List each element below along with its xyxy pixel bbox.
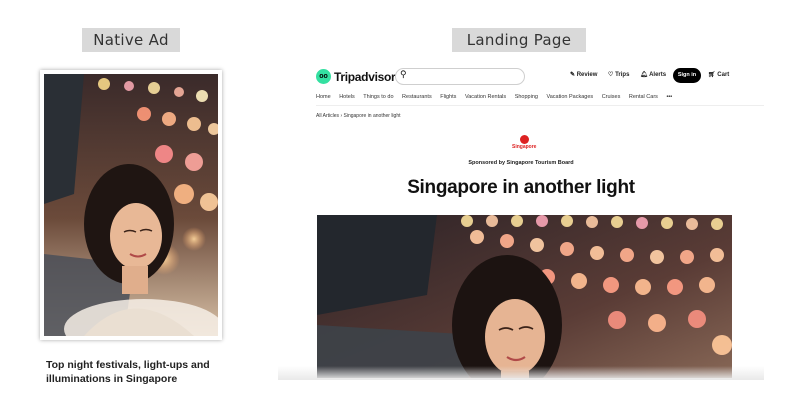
sponsor-line: Sponsored by Singapore Tourism Board (468, 160, 574, 166)
tripadvisor-logo[interactable]: oo Tripadvisor (316, 69, 396, 84)
landing-page: oo Tripadvisor ⚲ ✎ Review ♡ Trips 🔔︎ Ale… (278, 60, 764, 378)
trips-link[interactable]: ♡ Trips (608, 71, 629, 78)
native-ad-caption[interactable]: Top night festivals, light-ups and illum… (46, 358, 226, 386)
nav-item-cruises[interactable]: Cruises (602, 94, 621, 100)
pencil-icon: ✎ (570, 72, 576, 78)
nav-item-restaurants[interactable]: Restaurants (402, 94, 432, 100)
nav-item-shopping[interactable]: Shopping (515, 94, 538, 100)
nav-item-flights[interactable]: Flights (440, 94, 456, 100)
alerts-label: Alerts (649, 72, 667, 78)
nav-item-rental-cars[interactable]: Rental Cars (629, 94, 658, 100)
nav-divider (316, 105, 764, 106)
owl-logo-icon: oo (316, 69, 331, 84)
hero-image (317, 215, 732, 378)
native-ad-card[interactable] (40, 70, 222, 340)
bell-icon: 🔔︎ (640, 72, 648, 78)
heart-icon: ♡ (608, 72, 614, 78)
sign-in-button[interactable]: Sign in (673, 68, 701, 83)
landing-page-label: Landing Page (452, 28, 586, 52)
singapore-logo-icon (519, 135, 529, 144)
nav-item-vacation-packages[interactable]: Vacation Packages (546, 94, 593, 100)
search-input[interactable]: ⚲ (395, 68, 525, 85)
nav-item-vacation-rentals[interactable]: Vacation Rentals (465, 94, 506, 100)
cart-link[interactable]: 🛒︎ Cart (708, 71, 729, 78)
nav-item-home[interactable]: Home (316, 94, 331, 100)
page-fade (278, 366, 764, 380)
singapore-sponsor-logo: Singapore (512, 135, 536, 150)
breadcrumb[interactable]: All Articles › Singapore in another ligh… (316, 113, 401, 119)
trips-label: Trips (615, 72, 630, 78)
nav-item-things-to-do[interactable]: Things to do (363, 94, 393, 100)
native-ad-label: Native Ad (82, 28, 180, 52)
review-link[interactable]: ✎ Review (570, 71, 597, 78)
page-title: Singapore in another light (407, 177, 635, 198)
nav-item-hotels[interactable]: Hotels (339, 94, 355, 100)
cart-icon: 🛒︎ (708, 72, 716, 78)
brand-name: Tripadvisor (334, 69, 396, 84)
cart-label: Cart (717, 72, 730, 78)
review-label: Review (576, 72, 598, 78)
singapore-logo-text: Singapore (512, 144, 537, 150)
search-icon: ⚲ (400, 69, 407, 79)
alerts-link[interactable]: 🔔︎ Alerts (640, 71, 666, 78)
more-menu-button[interactable]: ••• (666, 94, 672, 100)
main-nav: Home Hotels Things to do Restaurants Fli… (316, 94, 679, 100)
native-ad-image (44, 74, 218, 336)
